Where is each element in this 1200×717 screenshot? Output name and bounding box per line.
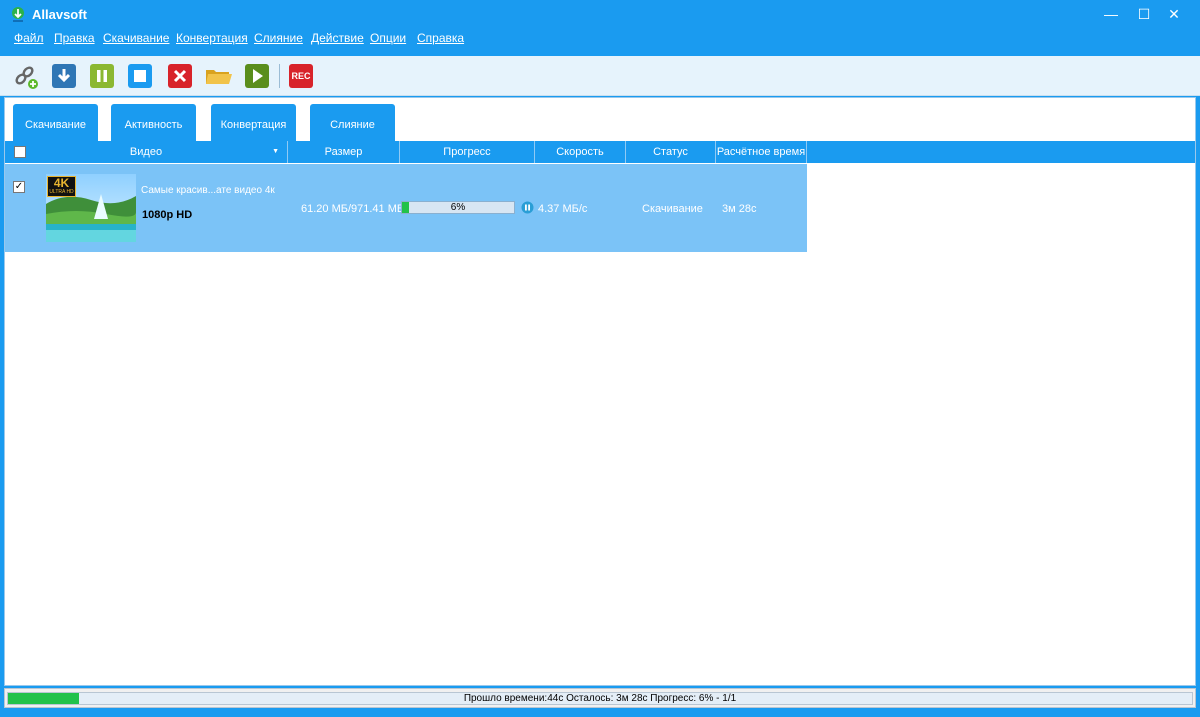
download-icon: [57, 69, 71, 83]
pause-button[interactable]: [90, 64, 114, 88]
delete-icon: [173, 69, 187, 83]
progress-label: 6%: [450, 202, 466, 213]
pause-icon: [97, 70, 107, 82]
menu-download[interactable]: Скачивание: [103, 31, 169, 45]
status-bar: Прошло времени:44с Осталось: 3м 28с Прог…: [4, 688, 1196, 708]
add-link-button[interactable]: [13, 64, 38, 89]
sort-down-icon: ▼: [272, 148, 279, 155]
menu-bar: Файл Правка Скачивание Конвертация Слиян…: [0, 30, 1200, 56]
minimize-button[interactable]: —: [1100, 4, 1122, 24]
tab-convert[interactable]: Конвертация: [211, 104, 296, 142]
menu-file[interactable]: Файл: [14, 31, 44, 45]
play-icon: [253, 69, 263, 83]
stop-button[interactable]: [128, 64, 152, 88]
menu-edit[interactable]: Правка: [54, 31, 95, 45]
column-progress[interactable]: Прогресс: [400, 141, 535, 163]
download-button[interactable]: [52, 64, 76, 88]
menu-options[interactable]: Опции: [370, 31, 406, 45]
main-panel: Скачивание Активность Конвертация Слияни…: [4, 97, 1196, 686]
row-checkbox[interactable]: ✓: [13, 181, 25, 193]
menu-merge[interactable]: Слияние: [254, 31, 303, 45]
video-thumbnail: 4K ULTRA HD: [46, 174, 136, 242]
video-title: Самые красив...ате видео 4к: [141, 185, 275, 196]
eta-value: 3м 28с: [722, 203, 757, 215]
play-button[interactable]: [245, 64, 269, 88]
column-status[interactable]: Статус: [626, 141, 716, 163]
uhd-badge: 4K ULTRA HD: [47, 176, 76, 197]
speed-value: 4.37 МБ/с: [538, 203, 588, 215]
toolbar-separator: [279, 64, 280, 88]
column-speed[interactable]: Скорость: [535, 141, 626, 163]
tab-download[interactable]: Скачивание: [13, 104, 98, 142]
maximize-button[interactable]: ☐: [1133, 4, 1155, 24]
column-eta[interactable]: Расчётное время: [716, 141, 807, 163]
stop-icon: [134, 70, 146, 82]
delete-button[interactable]: [168, 64, 192, 88]
app-title: Allavsoft: [32, 7, 87, 22]
record-button[interactable]: REC: [289, 64, 313, 88]
folder-icon: [206, 70, 232, 84]
pause-icon[interactable]: [521, 201, 534, 214]
column-size[interactable]: Размер: [288, 141, 400, 163]
status-text: Прошло времени:44с Осталось: 3м 28с Прог…: [463, 693, 737, 704]
overall-progress-bar: Прошло времени:44с Осталось: 3м 28с Прог…: [7, 692, 1193, 705]
size-value: 61.20 МБ/971.41 МБ: [301, 203, 405, 215]
add-link-icon: [15, 66, 38, 89]
video-quality: 1080p HD: [142, 209, 193, 221]
column-video[interactable]: Видео ▼: [5, 141, 288, 163]
table-row[interactable]: ✓ 4K ULTRA HD Самые красив...ате видео 4…: [5, 164, 807, 252]
tab-merge[interactable]: Слияние: [310, 104, 395, 142]
column-header: Видео ▼ Размер Прогресс Скорость Статус …: [5, 141, 1195, 163]
close-button[interactable]: ✕: [1163, 4, 1185, 24]
open-folder-button[interactable]: [205, 64, 232, 88]
status-value: Скачивание: [642, 203, 703, 215]
menu-action[interactable]: Действие: [311, 31, 364, 45]
menu-convert[interactable]: Конвертация: [176, 31, 248, 45]
progress-bar: 6%: [401, 201, 515, 214]
toolbar: REC: [0, 56, 1200, 96]
menu-help[interactable]: Справка: [417, 31, 464, 45]
app-logo-icon: [12, 7, 24, 22]
tab-activity[interactable]: Активность: [111, 104, 196, 142]
title-bar: Allavsoft — ☐ ✕: [0, 0, 1200, 30]
